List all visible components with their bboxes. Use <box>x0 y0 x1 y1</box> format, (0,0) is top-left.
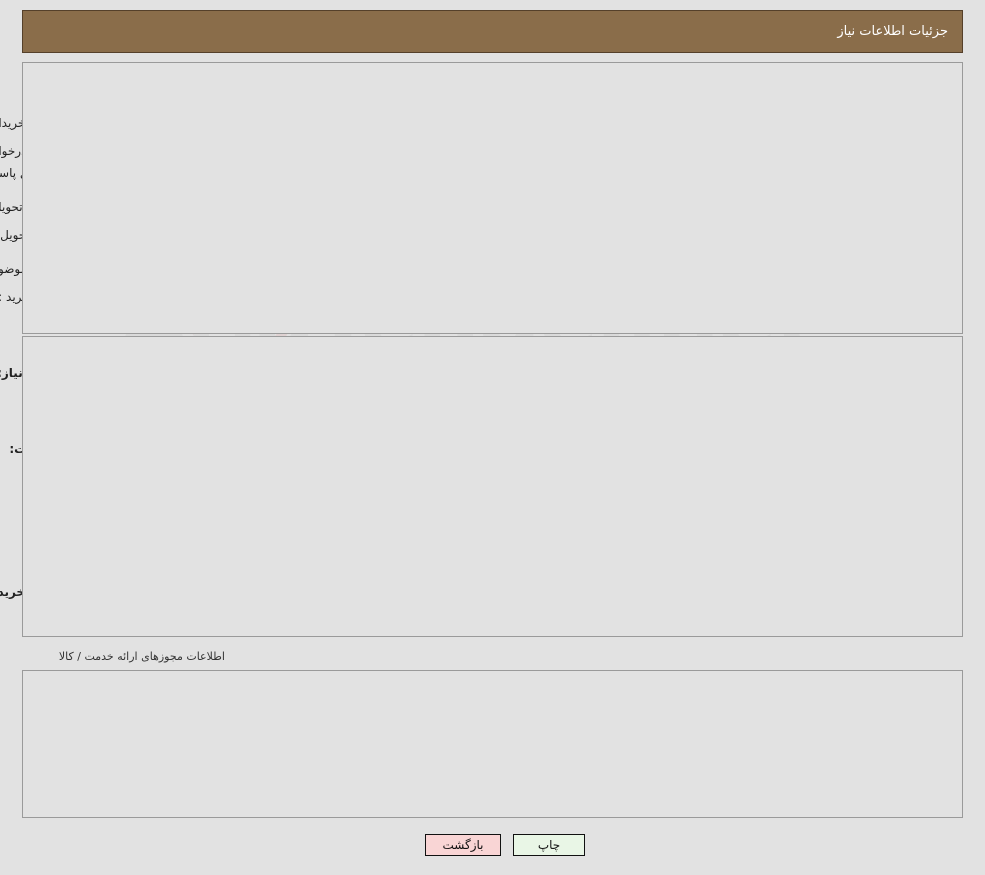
need-info-panel <box>22 62 963 334</box>
need-details-panel <box>22 336 963 637</box>
page-header: جزئیات اطلاعات نیاز <box>22 10 963 53</box>
permits-panel <box>22 670 963 818</box>
back-button[interactable]: بازگشت <box>425 834 501 856</box>
print-button[interactable]: چاپ <box>513 834 585 856</box>
page-title: جزئیات اطلاعات نیاز <box>837 24 948 39</box>
permits-section-caption: اطلاعات مجوزهای ارائه خدمت / کالا <box>58 650 225 663</box>
